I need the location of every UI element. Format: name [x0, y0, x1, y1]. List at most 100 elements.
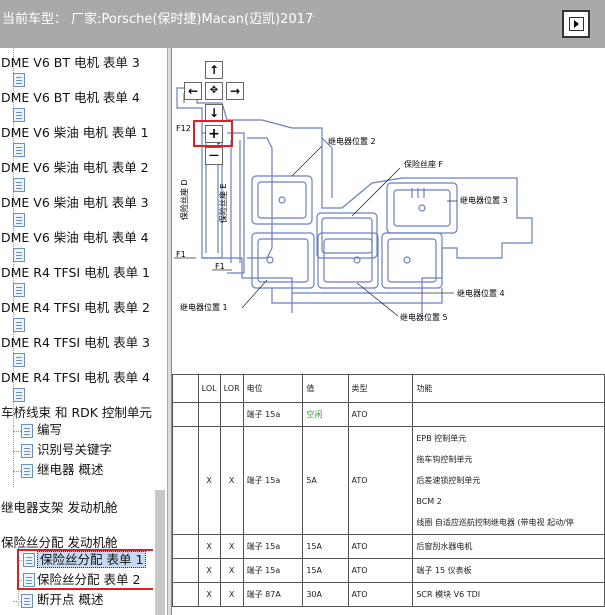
tree-connector	[13, 451, 21, 452]
header-empty	[172, 374, 199, 403]
pan-right-button[interactable]: →	[226, 82, 244, 100]
table-header-row: LOL LOR 电位 值 类型 功能	[172, 374, 605, 403]
table-cell: SCR 模块 V6 TDI	[412, 582, 605, 607]
highlight-box-zoom-in	[193, 120, 233, 147]
tree-item[interactable]: 继电器 概述	[37, 461, 103, 479]
table-cell: X	[197, 582, 221, 607]
table-cell: ATO	[347, 402, 414, 427]
zoom-out-button[interactable]: —	[205, 147, 223, 165]
table-cell: X	[197, 534, 221, 559]
document-icon	[21, 464, 33, 478]
header-lol: LOL	[197, 374, 221, 403]
tree-item[interactable]: DME V6 BT 电机 表单 3	[1, 54, 140, 72]
document-icon	[13, 248, 25, 262]
tree-connector	[13, 601, 21, 602]
label-relay-1: 继电器位置 1	[180, 302, 228, 312]
table-row: X X 端子 15a 5A ATO EPB 控制单元 拖车钩控制单元 后差速锁控…	[172, 426, 605, 535]
table-cell: 端子 87A	[242, 582, 304, 607]
tree-item[interactable]: DME R4 TFSI 电机 表单 4	[1, 369, 150, 387]
tree-item[interactable]: 断开点 概述	[37, 591, 103, 609]
vehicle-title: 当前车型： 厂家:Porsche(保时捷)Macan(迈凯)2017	[2, 12, 314, 27]
tree-scrollbar-thumb[interactable]	[155, 490, 165, 615]
table-row: X X 端子 15a 15A ATO 端子 15 仪表板	[172, 558, 605, 583]
tree-item[interactable]: DME V6 柴油 电机 表单 3	[1, 194, 149, 212]
document-icon	[13, 108, 25, 122]
document-icon	[13, 73, 25, 87]
table-cell: 端子 15a	[242, 402, 304, 427]
label-f12: F12	[176, 124, 191, 133]
table-cell	[219, 402, 244, 427]
label-f1-left: F1	[176, 250, 186, 259]
table-cell: 15A	[302, 558, 349, 583]
title-dot: .	[312, 9, 316, 20]
table-cell	[172, 426, 199, 535]
function-line: BCM 2	[416, 497, 442, 506]
table-row: X X 端子 15a 15A ATO 后窗刮水器电机	[172, 534, 605, 559]
tree-item[interactable]: DME R4 TFSI 电机 表单 1	[1, 264, 150, 282]
table-cell	[172, 402, 199, 427]
table-cell	[412, 402, 605, 427]
label-fuse-holder-d: 保险丝座 D	[179, 179, 189, 220]
table-cell: 30A	[302, 582, 349, 607]
tree-item[interactable]: 识别号关键字	[37, 441, 112, 459]
table-row: X X 端子 87A 30A ATO SCR 模块 V6 TDI	[172, 582, 605, 607]
table-cell: X	[219, 558, 244, 583]
recenter-button[interactable]: ✥	[205, 82, 223, 100]
header-function: 功能	[412, 374, 605, 403]
tree-connector	[13, 425, 14, 487]
header-lor: LOR	[219, 374, 244, 403]
table-cell: ATO	[347, 534, 414, 559]
tree-item[interactable]: DME V6 柴油 电机 表单 4	[1, 229, 149, 247]
document-icon	[21, 594, 33, 608]
tree-item[interactable]: 编写	[37, 421, 62, 439]
tree-item[interactable]: DME V6 柴油 电机 表单 2	[1, 159, 149, 177]
table-cell: ATO	[347, 558, 414, 583]
table-cell-functions: EPB 控制单元 拖车钩控制单元 后差速锁控制单元 BCM 2 线圈 自适应巡航…	[412, 426, 605, 535]
tree-item[interactable]: DME V6 BT 电机 表单 4	[1, 89, 140, 107]
table-cell	[197, 402, 221, 427]
function-line: 线圈 自适应巡航控制继电器 (带电视 起动/停	[416, 518, 574, 527]
document-icon	[13, 283, 25, 297]
title-bar: 当前车型： 厂家:Porsche(保时捷)Macan(迈凯)2017 .	[0, 0, 605, 48]
label-fuse-holder-f: 保险丝座 F	[404, 159, 444, 169]
tree-item[interactable]: DME R4 TFSI 电机 表单 3	[1, 334, 150, 352]
label-relay-4: 继电器位置 4	[457, 288, 505, 298]
collapse-panel-button[interactable]	[562, 10, 590, 38]
tree-item[interactable]: DME R4 TFSI 电机 表单 2	[1, 299, 150, 317]
fuse-table-area: LOL LOR 电位 值 类型 功能 端子 15a 空闲 ATO X X 端子 …	[172, 374, 605, 615]
table-row: 端子 15a 空闲 ATO	[172, 402, 605, 427]
tree-item[interactable]: DME V6 柴油 电机 表单 1	[1, 124, 149, 142]
document-icon	[13, 213, 25, 227]
function-line: EPB 控制单元	[416, 434, 467, 443]
highlight-box-fuse-forms	[17, 549, 166, 590]
function-line: 拖车钩控制单元	[416, 455, 473, 464]
document-icon	[13, 388, 25, 402]
tree-scrollbar[interactable]	[153, 48, 167, 615]
tree-folder-axle-harness[interactable]: 车桥线束 和 RDK 控制单元	[1, 404, 152, 422]
table-cell-free: 空闲	[302, 402, 349, 427]
table-cell: 15A	[302, 534, 349, 559]
table-cell	[172, 558, 199, 583]
tree-panel: DME V6 BT 电机 表单 3 DME V6 BT 电机 表单 4 DME …	[0, 48, 160, 615]
table-cell: X	[197, 558, 221, 583]
collapse-panel-icon	[569, 17, 584, 31]
table-cell: 端子 15 仪表板	[412, 558, 605, 583]
table-cell: X	[219, 582, 244, 607]
table-cell: ATO	[347, 582, 414, 607]
table-cell: 后窗刮水器电机	[412, 534, 605, 559]
table-cell: 端子 15a	[242, 426, 304, 535]
document-icon	[13, 318, 25, 332]
tree-folder-relay-bracket[interactable]: 继电器支架 发动机舱	[1, 499, 117, 517]
table-cell: 端子 15a	[242, 534, 304, 559]
pan-left-button[interactable]: ←	[184, 82, 202, 100]
table-cell: 5A	[302, 426, 349, 535]
document-icon	[21, 424, 33, 438]
document-icon	[13, 178, 25, 192]
label-relay-3: 继电器位置 3	[460, 195, 508, 205]
label-relay-5: 继电器位置 5	[400, 312, 448, 322]
pan-up-button[interactable]: ↑	[205, 61, 223, 79]
fuse-table: LOL LOR 电位 值 类型 功能 端子 15a 空闲 ATO X X 端子 …	[172, 374, 605, 607]
table-cell: X	[219, 426, 244, 535]
table-cell: X	[197, 426, 221, 535]
document-icon	[21, 444, 33, 458]
